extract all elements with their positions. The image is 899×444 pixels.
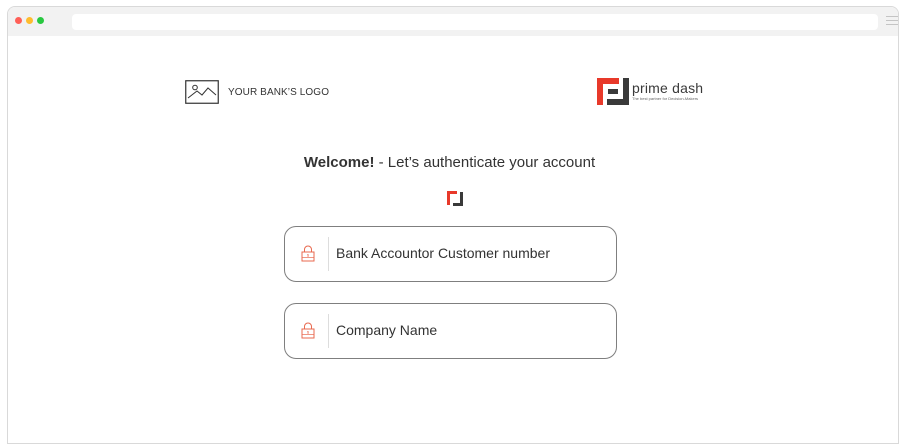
svg-text:$: $ [307,330,310,335]
minimize-window-button[interactable] [26,17,33,24]
address-bar[interactable] [72,14,878,30]
hamburger-menu-icon[interactable] [886,16,898,26]
bank-logo-label: YOUR BANK’S LOGO [228,86,330,98]
field-divider [328,314,329,348]
company-name-field[interactable]: $ Company Name [284,303,617,359]
prime-dash-mark-icon [447,191,463,206]
welcome-subtext: - Let’s authenticate your account [374,154,596,171]
bank-logo-placeholder: YOUR BANK’S LOGO [185,80,329,104]
browser-titlebar [8,7,898,36]
brand-tagline: The best partner for Decision-Makers [632,96,699,101]
brand-name: prime dash [632,80,704,96]
welcome-bold-text: Welcome! [303,154,375,171]
svg-text:$: $ [307,253,310,258]
prime-dash-logo: prime dash The best partner for Decision… [597,75,762,107]
close-window-button[interactable] [15,17,22,24]
prime-dash-logo-icon [597,78,629,105]
lock-icon: $ [301,245,315,262]
field-divider [328,237,329,271]
image-placeholder-icon [185,80,219,104]
account-number-field[interactable]: $ Bank Accountor Customer number [284,226,617,282]
company-name-label: Company Name [336,322,438,338]
maximize-window-button[interactable] [37,17,44,24]
account-number-label: Bank Accountor Customer number [336,245,550,261]
lock-icon: $ [301,322,315,339]
welcome-heading: Welcome! - Let’s authenticate your accou… [0,154,899,171]
browser-window [7,6,899,444]
